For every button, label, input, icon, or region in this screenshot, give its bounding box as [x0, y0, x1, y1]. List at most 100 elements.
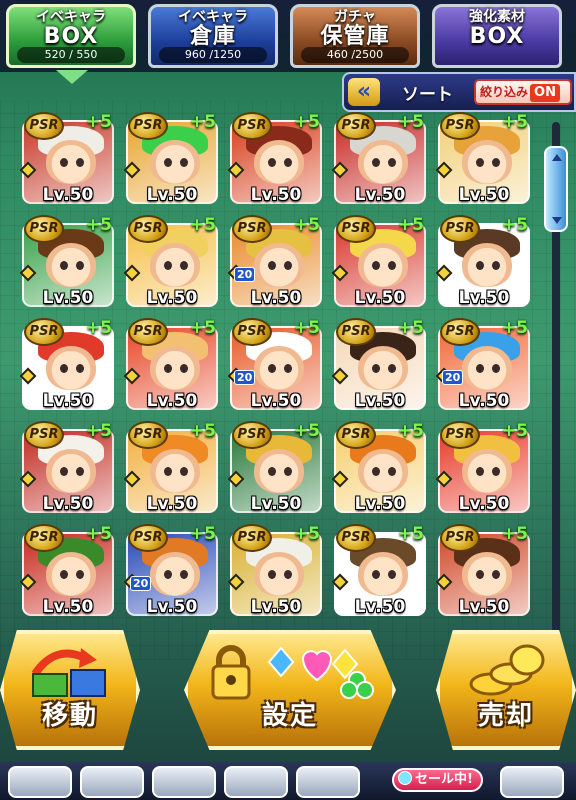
- level-label: Lv.50: [146, 288, 198, 308]
- character-card[interactable]: PSR +5 Lv.50: [331, 318, 426, 414]
- eye-shape: [388, 570, 396, 579]
- character-card[interactable]: PSR +5 Lv.50: [435, 524, 530, 620]
- level-label: Lv.50: [250, 288, 302, 308]
- character-card[interactable]: PSR +5 Lv.50: [19, 112, 114, 208]
- level-label: Lv.50: [42, 494, 94, 514]
- tab-gacha-vault[interactable]: ガチャ 保管庫 460 /2500: [290, 4, 420, 68]
- level-label: Lv.50: [250, 391, 302, 411]
- face-shape: [150, 346, 200, 390]
- eye-shape: [476, 261, 484, 270]
- sell-button[interactable]: 売却: [436, 630, 576, 750]
- eye-shape: [476, 364, 484, 373]
- eye-shape: [180, 261, 188, 270]
- move-button[interactable]: 移動: [0, 630, 140, 750]
- nav-item-4[interactable]: [224, 766, 288, 798]
- eye-shape: [60, 158, 68, 167]
- eye-shape: [180, 467, 188, 476]
- nav-item-1[interactable]: [8, 766, 72, 798]
- rarity-badge: PSR: [232, 215, 272, 243]
- rarity-badge: PSR: [440, 421, 480, 449]
- eye-shape: [284, 364, 292, 373]
- rarity-badge: PSR: [440, 524, 480, 552]
- number-badge: 20: [234, 370, 256, 385]
- bonus-label: +5: [397, 318, 424, 338]
- rarity-badge: PSR: [128, 421, 168, 449]
- character-card[interactable]: PSR +5 Lv.50: [435, 215, 530, 311]
- number-badge: 20: [130, 576, 152, 591]
- level-label: Lv.50: [146, 391, 198, 411]
- character-card[interactable]: PSR +5 20 Lv.50: [123, 524, 218, 620]
- character-card[interactable]: PSR +5 Lv.50: [331, 215, 426, 311]
- eye-shape: [76, 158, 84, 167]
- face-shape: [150, 140, 200, 184]
- tab-material-box[interactable]: 強化素材 BOX: [432, 4, 562, 68]
- character-card[interactable]: PSR +5 Lv.50: [19, 318, 114, 414]
- tab-line2: BOX: [469, 24, 525, 49]
- face-shape: [46, 449, 96, 493]
- character-card[interactable]: PSR +5 Lv.50: [331, 421, 426, 517]
- character-card[interactable]: PSR +5 20 Lv.50: [227, 215, 322, 311]
- nav-item-5[interactable]: [296, 766, 360, 798]
- character-card[interactable]: PSR +5 Lv.50: [435, 112, 530, 208]
- face-shape: [462, 449, 512, 493]
- rarity-badge: PSR: [336, 524, 376, 552]
- eye-shape: [372, 570, 380, 579]
- character-card[interactable]: PSR +5 Lv.50: [331, 524, 426, 620]
- character-card[interactable]: PSR +5 Lv.50: [19, 524, 114, 620]
- bonus-label: +5: [293, 421, 320, 441]
- level-label: Lv.50: [42, 391, 94, 411]
- scrollbar-thumb[interactable]: [544, 146, 568, 232]
- character-card[interactable]: PSR +5 20 Lv.50: [227, 318, 322, 414]
- character-card[interactable]: PSR +5 Lv.50: [19, 421, 114, 517]
- eye-shape: [388, 364, 396, 373]
- rarity-badge: PSR: [128, 524, 168, 552]
- filter-button[interactable]: 絞り込み ON: [474, 79, 572, 105]
- bonus-label: +5: [189, 421, 216, 441]
- settings-label: 設定: [261, 701, 318, 731]
- face-shape: [46, 140, 96, 184]
- character-card[interactable]: PSR +5 Lv.50: [123, 421, 218, 517]
- nav-item-2[interactable]: [80, 766, 144, 798]
- bonus-label: +5: [397, 215, 424, 235]
- tab-line1: 強化素材: [469, 9, 525, 25]
- eye-shape: [60, 261, 68, 270]
- level-label: Lv.50: [458, 288, 510, 308]
- level-label: Lv.50: [354, 494, 406, 514]
- character-card[interactable]: PSR +5 Lv.50: [123, 112, 218, 208]
- level-label: Lv.50: [250, 597, 302, 617]
- bonus-label: +5: [501, 421, 528, 441]
- level-label: Lv.50: [42, 185, 94, 205]
- chevron-left-icon[interactable]: «: [348, 78, 380, 106]
- face-shape: [358, 449, 408, 493]
- eye-shape: [284, 467, 292, 476]
- eye-shape: [476, 570, 484, 579]
- character-card[interactable]: PSR +5 Lv.50: [123, 318, 218, 414]
- eye-shape: [492, 364, 500, 373]
- character-card[interactable]: PSR +5 Lv.50: [227, 421, 322, 517]
- nav-item-6[interactable]: [500, 766, 564, 798]
- level-label: Lv.50: [146, 597, 198, 617]
- tab-event-chara-storage[interactable]: イベキャラ 倉庫 960 /1250: [148, 4, 278, 68]
- tab-count: 520 / 550: [17, 47, 125, 63]
- tab-event-chara-box[interactable]: イベキャラ BOX 520 / 550: [6, 4, 136, 68]
- character-card[interactable]: PSR +5 20 Lv.50: [435, 318, 530, 414]
- sort-button[interactable]: ソート: [402, 80, 453, 105]
- level-label: Lv.50: [250, 185, 302, 205]
- filter-label: 絞り込み: [480, 85, 529, 99]
- bonus-label: +5: [85, 215, 112, 235]
- character-card[interactable]: PSR +5 Lv.50: [123, 215, 218, 311]
- character-card[interactable]: PSR +5 Lv.50: [227, 112, 322, 208]
- tab-line1: ガチャ: [334, 9, 376, 25]
- character-card[interactable]: PSR +5 Lv.50: [331, 112, 426, 208]
- settings-button[interactable]: 設定: [184, 630, 396, 750]
- rarity-badge: PSR: [24, 421, 64, 449]
- character-card[interactable]: PSR +5 Lv.50: [435, 421, 530, 517]
- rarity-badge: PSR: [440, 318, 480, 346]
- nav-item-3[interactable]: [152, 766, 216, 798]
- eye-shape: [284, 158, 292, 167]
- character-card[interactable]: PSR +5 Lv.50: [227, 524, 322, 620]
- rarity-badge: PSR: [232, 421, 272, 449]
- character-card[interactable]: PSR +5 Lv.50: [19, 215, 114, 311]
- sale-badge[interactable]: セール中!: [392, 768, 483, 792]
- eye-shape: [60, 570, 68, 579]
